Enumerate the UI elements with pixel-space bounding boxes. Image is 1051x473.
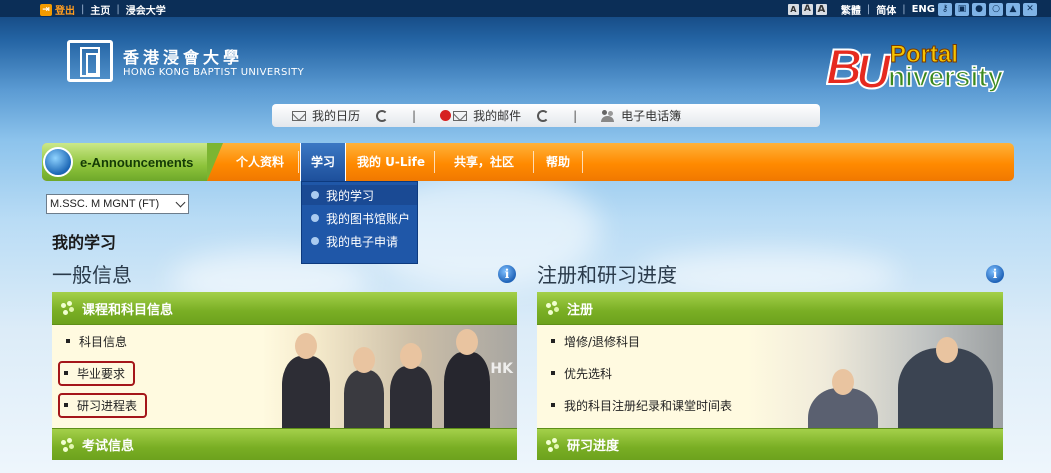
panel-header-registration: 注册: [537, 292, 1003, 325]
registration-panel: 注册 增修/退修科目 优先选科 我的科目注册纪录和课堂时间表 研习进度: [537, 292, 1003, 460]
clover-icon: [60, 301, 76, 315]
clover-icon: [545, 301, 561, 315]
list-item-add-drop[interactable]: 增修/退修科目: [551, 325, 1003, 357]
key-icon[interactable]: ⚷: [938, 3, 952, 16]
image-icon[interactable]: ▲: [1006, 3, 1020, 16]
top-strip: ⇥ 登出 | 主页 | 浸会大学 A A A 繁體 | 简体 | ENG ⚷ ▣…: [0, 0, 1051, 17]
panel-header-course: 课程和科目信息: [52, 292, 517, 325]
panel-header-exam[interactable]: 考试信息: [52, 428, 517, 460]
tab-profile[interactable]: 个人资料: [222, 143, 298, 181]
lock-icon[interactable]: ▣: [955, 3, 969, 16]
home-link[interactable]: 主页: [90, 2, 110, 17]
clover-icon: [60, 438, 76, 452]
list-item-graduation-requirements[interactable]: 毕业要求: [58, 360, 136, 386]
course-info-panel: 课程和科目信息 HK 科目信息 毕业要求 研习进程表 考试信息: [52, 292, 517, 460]
main-nav: e-Announcements 个人资料 学习 我的 U-Life 共享，社区 …: [42, 143, 1014, 181]
tab-community[interactable]: 共享，社区: [435, 143, 533, 181]
list-item-priority-selection[interactable]: 优先选科: [551, 357, 1003, 389]
logout-icon: ⇥: [40, 3, 52, 16]
menu-item-e-application[interactable]: 我的电子申请: [302, 231, 417, 251]
quick-links-bar: 我的日历 | 我的邮件 | 电子电话簿: [272, 104, 820, 127]
panel-header-progress[interactable]: 研习进度: [537, 428, 1003, 460]
lang-english[interactable]: ENG: [912, 4, 935, 15]
lang-simplified[interactable]: 简体: [876, 2, 896, 17]
font-large-button[interactable]: A: [815, 4, 827, 15]
list-item-course-info[interactable]: 科目信息: [66, 325, 517, 357]
chevron-down-icon: [175, 197, 186, 207]
refresh-icon[interactable]: [376, 109, 389, 122]
clover-icon: [545, 438, 561, 452]
list-item-study-schedule[interactable]: 研习进程表: [58, 392, 148, 418]
globe-icon: [43, 147, 73, 177]
circle-icon[interactable]: ●: [972, 3, 986, 16]
unread-badge: [440, 110, 452, 121]
university-name-en: HONG KONG BAPTIST UNIVERSITY: [123, 67, 305, 78]
calendar-link[interactable]: 我的日历: [292, 107, 389, 124]
svg-text:U: U: [856, 46, 892, 92]
page-title: 我的学习: [52, 233, 117, 252]
university-name-cn: 香港浸會大學: [123, 48, 244, 67]
directory-link[interactable]: 电子电话簿: [601, 107, 681, 124]
tab-help[interactable]: 帮助: [534, 143, 582, 181]
menu-item-my-study[interactable]: 我的学习: [302, 185, 417, 205]
font-small-button[interactable]: A: [787, 4, 799, 15]
tools-icon[interactable]: ✕: [1023, 3, 1037, 16]
lang-traditional[interactable]: 繁體: [841, 2, 861, 17]
logout-link[interactable]: ⇥ 登出 | 主页 | 浸会大学: [40, 2, 166, 17]
bu-portal-logo[interactable]: B U Portal niversity: [826, 36, 1012, 92]
tab-my-ulife[interactable]: 我的 U-Life: [350, 143, 432, 181]
calendar-icon: [292, 110, 306, 121]
mail-icon: [453, 110, 468, 121]
people-icon: [601, 109, 615, 122]
hkbu-logo[interactable]: [67, 40, 113, 82]
programme-select[interactable]: M.SSC. M MGNT (FT): [46, 194, 189, 214]
font-medium-button[interactable]: A: [801, 4, 813, 15]
section-title-general: 一般信息: [52, 263, 132, 287]
info-icon[interactable]: i: [498, 265, 516, 283]
study-dropdown-menu: 我的学习 我的图书馆账户 我的电子申请: [301, 181, 418, 264]
info-icon[interactable]: i: [986, 265, 1004, 283]
tab-study[interactable]: 学习: [300, 143, 346, 181]
list-item-registration-record[interactable]: 我的科目注册纪录和课堂时间表: [551, 389, 1003, 421]
svg-text:niversity: niversity: [888, 61, 1004, 92]
top-right-tools: A A A 繁體 | 简体 | ENG ⚷ ▣ ● ○ ▲ ✕: [787, 2, 1037, 17]
search-icon[interactable]: ○: [989, 3, 1003, 16]
mail-link[interactable]: 我的邮件: [440, 107, 550, 124]
refresh-icon[interactable]: [537, 109, 550, 122]
e-announcements-button[interactable]: e-Announcements: [42, 143, 223, 181]
hkbu-link[interactable]: 浸会大学: [126, 2, 166, 17]
menu-item-library-account[interactable]: 我的图书馆账户: [302, 208, 417, 228]
section-title-registration: 注册和研习进度: [537, 263, 677, 287]
